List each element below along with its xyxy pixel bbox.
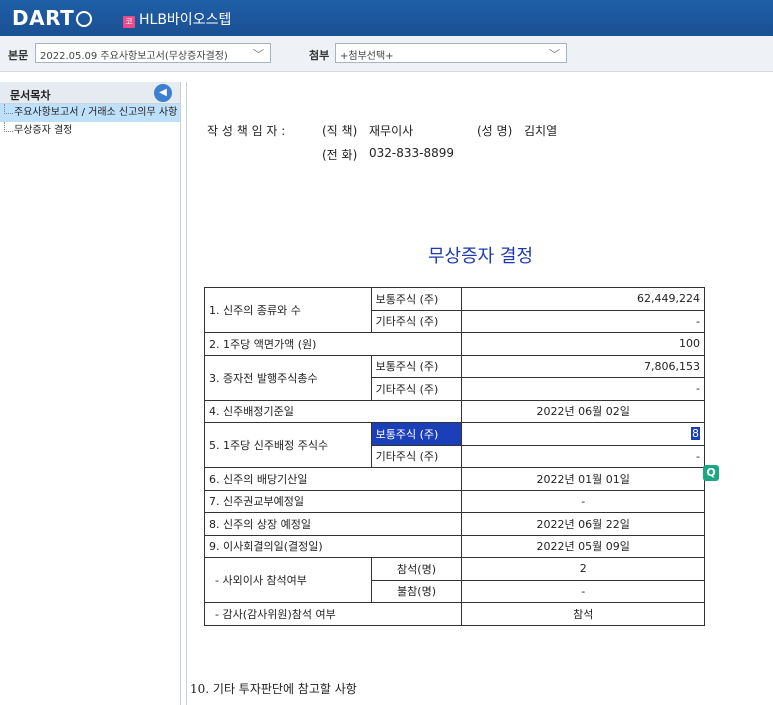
- position-value: 재무이사: [369, 124, 414, 138]
- main-doc-label: 본문: [8, 49, 29, 62]
- toc-sidebar: 문서목차 ◀ 주요사항보고서 / 거래소 신고의무 사항 무상증자 결정: [0, 82, 181, 705]
- table-row: - 감사(감사위원)참석 여부 참석: [203, 602, 705, 626]
- selected-value: 8: [691, 427, 700, 441]
- toc-item-bonus-issue[interactable]: 무상증자 결정: [0, 122, 180, 140]
- top-bar: DART 코 HLB바이오스텝: [0, 0, 773, 36]
- selected-cell: 보통주식 (주): [370, 422, 463, 446]
- dart-logo[interactable]: DART: [12, 6, 93, 30]
- signer-role-label: 작 성 책 임 자 :: [207, 124, 286, 138]
- phone-label: (전 화): [322, 148, 358, 162]
- kosdaq-badge-icon: 코: [123, 16, 135, 28]
- position-label: (직 책): [322, 124, 358, 138]
- table-row: 7. 신주권교부예정일 -: [203, 489, 705, 513]
- document-viewer: 작 성 책 임 자 : (직 책) 재무이사 (성 명) 김치열 (전 화) 0…: [186, 82, 773, 705]
- toc-item-main-report[interactable]: 주요사항보고서 / 거래소 신고의무 사항: [0, 104, 180, 122]
- table-row: 1. 신주의 종류와 수 보통주식 (주) 62,449,224: [204, 287, 705, 333]
- table-row: 8. 신주의 상장 예정일 2022년 06월 22일: [203, 512, 705, 536]
- table-row: 6. 신주의 배당기산일 2022년 01월 01일: [203, 467, 705, 491]
- table-row: 3. 증자전 발행주식총수 보통주식 (주) 7,806,153: [204, 354, 705, 401]
- bonus-issue-table: 1. 신주의 종류와 수 보통주식 (주) 62,449,224 기타주식 (주…: [203, 287, 705, 626]
- table-row: 5. 1주당 신주배정 주식수 보통주식 (주) 8: [204, 422, 705, 468]
- attachment-label: 첨부: [309, 49, 330, 62]
- chevron-down-icon: ﹀: [253, 48, 264, 61]
- toc-title: 문서목차: [10, 89, 51, 102]
- table-row: 4. 신주배정기준일 2022년 06월 02일: [203, 399, 705, 423]
- table-row: - 사외이사 참석여부 참석(명) 2: [204, 557, 705, 603]
- document-toolbar: 본문 2022.05.09 주요사항보고서(무상증자결정) ﹀ 첨부 +첨부선택…: [0, 36, 773, 72]
- attachment-select[interactable]: +첨부선택+ ﹀: [335, 43, 567, 63]
- document-title: 무상증자 결정: [427, 246, 534, 267]
- section-heading: 10. 기타 투자판단에 참고할 사항: [190, 682, 357, 696]
- main-doc-select[interactable]: 2022.05.09 주요사항보고서(무상증자결정) ﹀: [35, 43, 271, 63]
- signer-info: 작 성 책 임 자 : (직 책) 재무이사 (성 명) 김치열 (전 화) 0…: [207, 122, 587, 170]
- name-value: 김치열: [524, 124, 558, 138]
- dart-logo-mark-icon: [76, 11, 93, 27]
- collapse-sidebar-icon[interactable]: ◀: [154, 84, 172, 102]
- chevron-down-icon: ﹀: [549, 48, 560, 61]
- company-name: 코 HLB바이오스텝: [123, 9, 231, 29]
- name-label: (성 명): [477, 124, 513, 138]
- table-row: 2. 1주당 액면가액 (원) 100: [203, 332, 705, 356]
- phone-value: 032-833-8899: [369, 146, 455, 160]
- toc-header: 문서목차 ◀: [0, 82, 180, 104]
- search-floating-icon[interactable]: Q: [703, 465, 719, 481]
- table-row: 9. 이사회결의일(결정일) 2022년 05월 09일: [203, 534, 705, 558]
